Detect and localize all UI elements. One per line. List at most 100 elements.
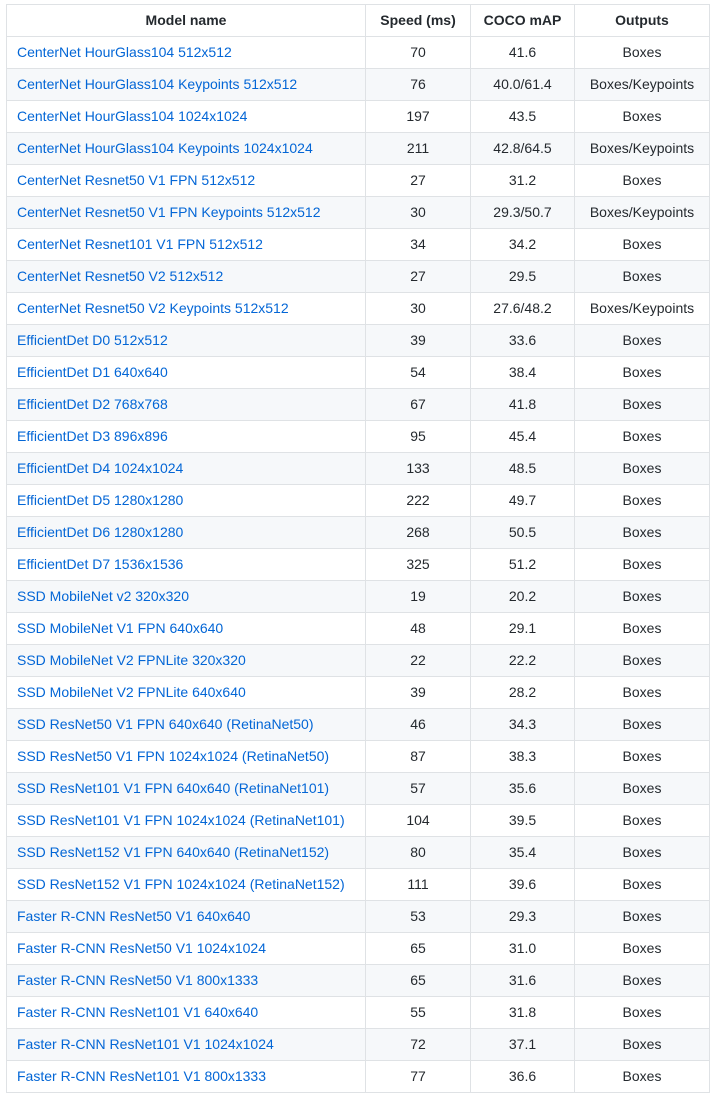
model-link[interactable]: SSD ResNet50 V1 FPN 640x640 (RetinaNet50…: [17, 716, 313, 732]
model-link[interactable]: SSD ResNet101 V1 FPN 1024x1024 (RetinaNe…: [17, 812, 345, 828]
outputs-cell: Boxes: [574, 836, 710, 869]
model-link[interactable]: EfficientDet D6 1280x1280: [17, 524, 183, 540]
header-coco-map: COCO mAP: [470, 4, 575, 37]
model-name-cell: EfficientDet D6 1280x1280: [6, 516, 366, 549]
model-name-cell: SSD MobileNet V2 FPNLite 640x640: [6, 676, 366, 709]
model-link[interactable]: Faster R-CNN ResNet101 V1 800x1333: [17, 1068, 266, 1084]
model-link[interactable]: CenterNet Resnet50 V1 FPN Keypoints 512x…: [17, 204, 321, 220]
table-row: SSD MobileNet V2 FPNLite 320x320 22 22.2 Bo…: [6, 644, 710, 677]
coco-map-cell: 49.7: [470, 484, 575, 517]
model-name-cell: SSD MobileNet v2 320x320: [6, 580, 366, 613]
model-link[interactable]: Faster R-CNN ResNet101 V1 640x640: [17, 1004, 258, 1020]
coco-map-cell: 48.5: [470, 452, 575, 485]
model-link[interactable]: SSD MobileNet V2 FPNLite 320x320: [17, 652, 246, 668]
model-name-cell: SSD ResNet50 V1 FPN 1024x1024 (RetinaNet…: [6, 740, 366, 773]
coco-map-cell: 22.2: [470, 644, 575, 677]
speed-cell: 39: [365, 324, 471, 357]
speed-cell: 104: [365, 804, 471, 837]
model-link[interactable]: EfficientDet D1 640x640: [17, 364, 168, 380]
outputs-cell: Boxes/Keypoints: [574, 132, 710, 165]
model-link[interactable]: CenterNet HourGlass104 Keypoints 512x512: [17, 76, 297, 92]
header-model-name: Model name: [6, 4, 366, 37]
speed-cell: 65: [365, 932, 471, 965]
model-name-cell: EfficientDet D4 1024x1024: [6, 452, 366, 485]
speed-cell: 19: [365, 580, 471, 613]
model-link[interactable]: Faster R-CNN ResNet50 V1 800x1333: [17, 972, 258, 988]
coco-map-cell: 35.6: [470, 772, 575, 805]
table-row: SSD MobileNet V1 FPN 640x640 48 29.1 Boxes: [6, 612, 710, 645]
model-link[interactable]: CenterNet HourGlass104 512x512: [17, 44, 232, 60]
model-link[interactable]: Faster R-CNN ResNet101 V1 1024x1024: [17, 1036, 274, 1052]
model-name-cell: SSD ResNet152 V1 FPN 640x640 (RetinaNet1…: [6, 836, 366, 869]
speed-cell: 55: [365, 996, 471, 1029]
model-link[interactable]: EfficientDet D5 1280x1280: [17, 492, 183, 508]
table-row: Faster R-CNN ResNet101 V1 800x1333 77 36.6…: [6, 1060, 710, 1093]
speed-cell: 67: [365, 388, 471, 421]
model-link[interactable]: CenterNet Resnet50 V2 Keypoints 512x512: [17, 300, 289, 316]
table-row: Faster R-CNN ResNet101 V1 640x640 55 31.8 B…: [6, 996, 710, 1029]
model-link[interactable]: EfficientDet D4 1024x1024: [17, 460, 183, 476]
table-row: SSD ResNet50 V1 FPN 1024x1024 (RetinaNet…: [6, 740, 710, 773]
coco-map-cell: 39.5: [470, 804, 575, 837]
model-link[interactable]: SSD MobileNet V1 FPN 640x640: [17, 620, 223, 636]
model-name-cell: SSD ResNet101 V1 FPN 640x640 (RetinaNet1…: [6, 772, 366, 805]
model-name-cell: Faster R-CNN ResNet50 V1 1024x1024: [6, 932, 366, 965]
model-name-cell: CenterNet Resnet50 V2 512x512: [6, 260, 366, 293]
model-link[interactable]: SSD ResNet152 V1 FPN 1024x1024 (RetinaNe…: [17, 876, 345, 892]
coco-map-cell: 35.4: [470, 836, 575, 869]
model-name-cell: CenterNet HourGlass104 Keypoints 1024x10…: [6, 132, 366, 165]
outputs-cell: Boxes: [574, 420, 710, 453]
table-header: Model name Speed (ms) COCO mAP Outputs: [6, 4, 710, 37]
speed-cell: 211: [365, 132, 471, 165]
table-row: CenterNet Resnet50 V2 512x512 27 29.5 Boxes: [6, 260, 710, 293]
header-outputs: Outputs: [574, 4, 710, 37]
outputs-cell: Boxes: [574, 36, 710, 69]
model-name-cell: EfficientDet D5 1280x1280: [6, 484, 366, 517]
model-link[interactable]: EfficientDet D0 512x512: [17, 332, 168, 348]
model-link[interactable]: CenterNet HourGlass104 1024x1024: [17, 108, 247, 124]
outputs-cell: Boxes: [574, 100, 710, 133]
model-link[interactable]: SSD ResNet101 V1 FPN 640x640 (RetinaNet1…: [17, 780, 329, 796]
speed-cell: 30: [365, 292, 471, 325]
header-row: Model name Speed (ms) COCO mAP Outputs: [6, 4, 710, 37]
model-link[interactable]: EfficientDet D2 768x768: [17, 396, 168, 412]
table-row: SSD ResNet101 V1 FPN 640x640 (RetinaNet1…: [6, 772, 710, 805]
model-link[interactable]: SSD MobileNet v2 320x320: [17, 588, 189, 604]
coco-map-cell: 36.6: [470, 1060, 575, 1093]
model-link[interactable]: Faster R-CNN ResNet50 V1 640x640: [17, 908, 250, 924]
table-row: CenterNet Resnet101 V1 FPN 512x512 34 34.2…: [6, 228, 710, 261]
outputs-cell: Boxes/Keypoints: [574, 68, 710, 101]
model-name-cell: SSD ResNet50 V1 FPN 640x640 (RetinaNet50…: [6, 708, 366, 741]
speed-cell: 222: [365, 484, 471, 517]
model-name-cell: EfficientDet D7 1536x1536: [6, 548, 366, 581]
model-link[interactable]: EfficientDet D3 896x896: [17, 428, 168, 444]
model-link[interactable]: SSD ResNet50 V1 FPN 1024x1024 (RetinaNet…: [17, 748, 329, 764]
speed-cell: 46: [365, 708, 471, 741]
table-row: EfficientDet D7 1536x1536 325 51.2 Boxes: [6, 548, 710, 581]
speed-cell: 133: [365, 452, 471, 485]
model-name-cell: Faster R-CNN ResNet50 V1 800x1333: [6, 964, 366, 997]
model-link[interactable]: SSD ResNet152 V1 FPN 640x640 (RetinaNet1…: [17, 844, 329, 860]
model-name-cell: SSD MobileNet V1 FPN 640x640: [6, 612, 366, 645]
speed-cell: 53: [365, 900, 471, 933]
table-row: EfficientDet D6 1280x1280 268 50.5 Boxes: [6, 516, 710, 549]
coco-map-cell: 29.3: [470, 900, 575, 933]
outputs-cell: Boxes: [574, 228, 710, 261]
model-link[interactable]: CenterNet HourGlass104 Keypoints 1024x10…: [17, 140, 313, 156]
coco-map-cell: 40.0/61.4: [470, 68, 575, 101]
coco-map-cell: 27.6/48.2: [470, 292, 575, 325]
model-link[interactable]: CenterNet Resnet50 V2 512x512: [17, 268, 223, 284]
model-link[interactable]: CenterNet Resnet50 V1 FPN 512x512: [17, 172, 255, 188]
outputs-cell: Boxes: [574, 516, 710, 549]
model-name-cell: Faster R-CNN ResNet101 V1 640x640: [6, 996, 366, 1029]
model-link[interactable]: SSD MobileNet V2 FPNLite 640x640: [17, 684, 246, 700]
coco-map-cell: 51.2: [470, 548, 575, 581]
model-name-cell: Faster R-CNN ResNet101 V1 800x1333: [6, 1060, 366, 1093]
model-link[interactable]: Faster R-CNN ResNet50 V1 1024x1024: [17, 940, 266, 956]
model-name-cell: EfficientDet D3 896x896: [6, 420, 366, 453]
model-link[interactable]: EfficientDet D7 1536x1536: [17, 556, 183, 572]
model-name-cell: CenterNet HourGlass104 512x512: [6, 36, 366, 69]
outputs-cell: Boxes: [574, 676, 710, 709]
model-link[interactable]: CenterNet Resnet101 V1 FPN 512x512: [17, 236, 263, 252]
coco-map-cell: 39.6: [470, 868, 575, 901]
